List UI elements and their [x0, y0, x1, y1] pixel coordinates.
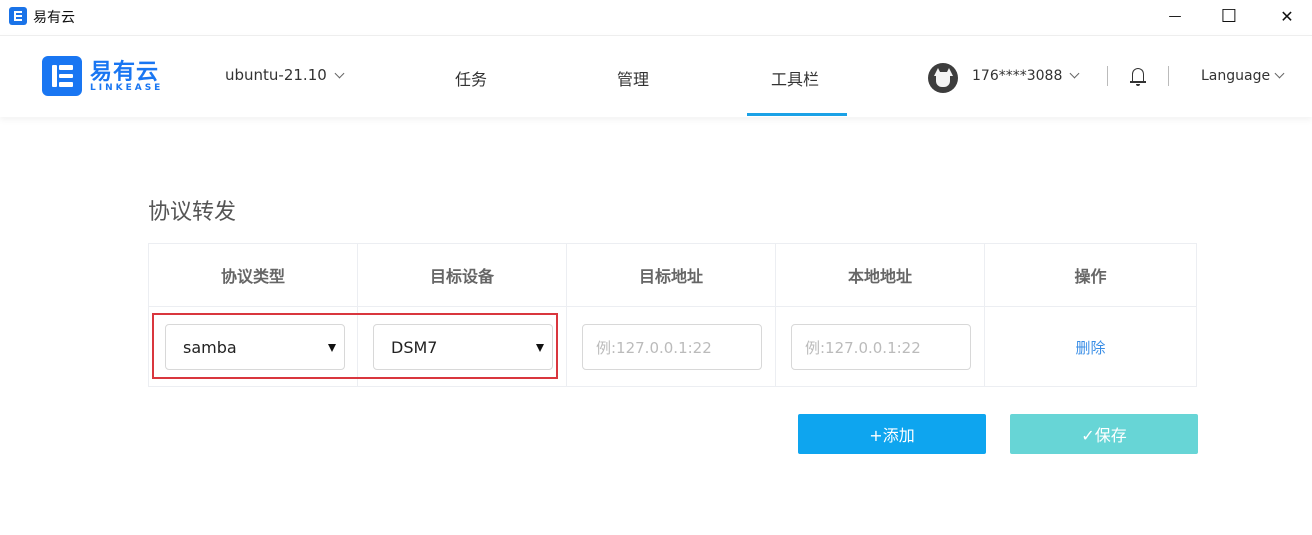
avatar-cat-icon[interactable]: [928, 63, 958, 93]
divider: [1168, 66, 1169, 86]
column-header: 本地地址: [776, 244, 985, 307]
brand-name: 易有云: [90, 60, 160, 85]
account-menu[interactable]: 176****3088: [972, 68, 1080, 84]
tab-tasks[interactable]: 任务: [455, 66, 487, 90]
app-logo-icon: [9, 7, 27, 25]
local-address-input[interactable]: 例:127.0.0.1:22: [791, 324, 971, 370]
table-cell: 删除: [985, 307, 1196, 387]
chevron-down-icon: [1274, 68, 1285, 79]
chevron-down-icon: [1069, 68, 1080, 79]
maximize-icon: ☐: [1220, 6, 1238, 27]
language-label: Language: [1201, 68, 1271, 84]
active-tab-indicator: [747, 113, 847, 116]
window-titlebar: 易有云 — ☐ ✕: [0, 0, 1312, 33]
delete-link[interactable]: 删除: [985, 337, 1196, 358]
tab-toolbar[interactable]: 工具栏: [771, 66, 819, 90]
target-address-placeholder: 例:127.0.0.1:22: [596, 338, 712, 357]
top-nav: 易有云 LINKEASE ubuntu-21.10 任务 管理 工具栏 176*…: [0, 35, 1312, 117]
column-header: 目标地址: [567, 244, 776, 307]
column-header: 目标设备: [358, 244, 567, 307]
table-cell: 例:127.0.0.1:22: [567, 307, 776, 387]
divider: [1107, 66, 1108, 86]
window-title: 易有云: [33, 10, 75, 26]
page-title: 协议转发: [148, 200, 237, 225]
column-header: 操作: [985, 244, 1196, 307]
tab-manage[interactable]: 管理: [617, 66, 649, 90]
brand-subtitle: LINKEASE: [90, 83, 164, 93]
minimize-button[interactable]: —: [1152, 0, 1198, 33]
target-address-input[interactable]: 例:127.0.0.1:22: [582, 324, 762, 370]
save-button[interactable]: ✓保存: [1010, 414, 1198, 454]
device-selector[interactable]: ubuntu-21.10: [225, 66, 345, 84]
chevron-down-icon: [334, 68, 345, 79]
minimize-icon: —: [1168, 9, 1182, 24]
close-icon: ✕: [1280, 7, 1294, 26]
brand-logo-icon: [42, 56, 82, 96]
maximize-button[interactable]: ☐: [1206, 0, 1252, 33]
close-button[interactable]: ✕: [1264, 0, 1310, 33]
add-button[interactable]: +添加: [798, 414, 986, 454]
bell-icon[interactable]: [1129, 66, 1147, 88]
highlight-box: [152, 313, 558, 379]
table-cell: 例:127.0.0.1:22: [776, 307, 985, 387]
column-header: 协议类型: [149, 244, 358, 307]
language-selector[interactable]: Language: [1201, 68, 1285, 84]
local-address-placeholder: 例:127.0.0.1:22: [805, 338, 921, 357]
account-name: 176****3088: [972, 68, 1063, 84]
device-name: ubuntu-21.10: [225, 66, 327, 84]
